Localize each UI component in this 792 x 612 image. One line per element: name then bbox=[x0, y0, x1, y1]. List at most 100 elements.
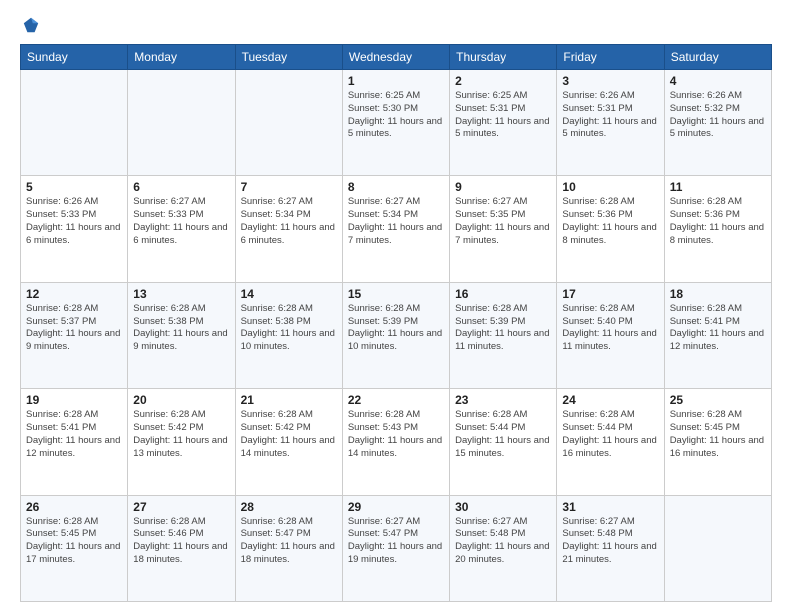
day-info: Sunrise: 6:28 AM Sunset: 5:45 PM Dayligh… bbox=[670, 409, 766, 460]
calendar-cell: 13 Sunrise: 6:28 AM Sunset: 5:38 PM Dayli… bbox=[128, 282, 235, 388]
day-number: 3 bbox=[562, 74, 658, 88]
day-number: 22 bbox=[348, 393, 444, 407]
weekday-wednesday: Wednesday bbox=[342, 45, 449, 70]
day-info: Sunrise: 6:28 AM Sunset: 5:38 PM Dayligh… bbox=[133, 303, 229, 354]
calendar-cell: 18Sunrise: 6:28 AM Sunset: 5:41 PM Dayli… bbox=[664, 282, 771, 388]
weekday-header-row: SundayMondayTuesdayWednesdayThursdayFrid… bbox=[21, 45, 772, 70]
calendar-cell: 12Sunrise: 6:28 AM Sunset: 5:37 PM Dayli… bbox=[21, 282, 128, 388]
logo bbox=[20, 16, 40, 34]
day-info: Sunrise: 6:26 AM Sunset: 5:33 PM Dayligh… bbox=[26, 196, 122, 247]
calendar-cell: 26Sunrise: 6:28 AM Sunset: 5:45 PM Dayli… bbox=[21, 495, 128, 601]
header bbox=[20, 16, 772, 34]
calendar-cell: 24 Sunrise: 6:28 AM Sunset: 5:44 PM Dayli… bbox=[557, 389, 664, 495]
day-info: Sunrise: 6:27 AM Sunset: 5:35 PM Dayligh… bbox=[455, 196, 551, 247]
day-number: 19 bbox=[26, 393, 122, 407]
calendar-cell: 16 Sunrise: 6:28 AM Sunset: 5:39 PM Dayli… bbox=[450, 282, 557, 388]
weekday-friday: Friday bbox=[557, 45, 664, 70]
page: SundayMondayTuesdayWednesdayThursdayFrid… bbox=[0, 0, 792, 612]
day-info: Sunrise: 6:25 AM Sunset: 5:31 PM Dayligh… bbox=[455, 90, 551, 141]
logo-icon bbox=[22, 16, 40, 34]
calendar-cell: 10Sunrise: 6:28 AM Sunset: 5:36 PM Dayli… bbox=[557, 176, 664, 282]
day-info: Sunrise: 6:28 AM Sunset: 5:39 PM Dayligh… bbox=[455, 303, 551, 354]
day-number: 2 bbox=[455, 74, 551, 88]
day-info: Sunrise: 6:28 AM Sunset: 5:42 PM Dayligh… bbox=[241, 409, 337, 460]
day-number: 21 bbox=[241, 393, 337, 407]
day-info: Sunrise: 6:28 AM Sunset: 5:41 PM Dayligh… bbox=[670, 303, 766, 354]
day-number: 27 bbox=[133, 500, 229, 514]
calendar-cell: 9Sunrise: 6:27 AM Sunset: 5:35 PM Daylig… bbox=[450, 176, 557, 282]
day-number: 31 bbox=[562, 500, 658, 514]
day-number: 1 bbox=[348, 74, 444, 88]
calendar-cell: 11 Sunrise: 6:28 AM Sunset: 5:36 PM Dayli… bbox=[664, 176, 771, 282]
day-number: 23 bbox=[455, 393, 551, 407]
day-number: 16 bbox=[455, 287, 551, 301]
day-info: Sunrise: 6:25 AM Sunset: 5:30 PM Dayligh… bbox=[348, 90, 444, 141]
day-number: 20 bbox=[133, 393, 229, 407]
calendar-cell: 17 Sunrise: 6:28 AM Sunset: 5:40 PM Dayli… bbox=[557, 282, 664, 388]
week-row-4: 19 Sunrise: 6:28 AM Sunset: 5:41 PM Dayli… bbox=[21, 389, 772, 495]
day-info: Sunrise: 6:27 AM Sunset: 5:34 PM Dayligh… bbox=[241, 196, 337, 247]
day-info: Sunrise: 6:27 AM Sunset: 5:47 PM Dayligh… bbox=[348, 516, 444, 567]
day-number: 5 bbox=[26, 180, 122, 194]
calendar-cell: 25 Sunrise: 6:28 AM Sunset: 5:45 PM Dayli… bbox=[664, 389, 771, 495]
day-info: Sunrise: 6:28 AM Sunset: 5:43 PM Dayligh… bbox=[348, 409, 444, 460]
calendar-cell: 1 Sunrise: 6:25 AM Sunset: 5:30 PM Daylig… bbox=[342, 70, 449, 176]
calendar-cell: 4Sunrise: 6:26 AM Sunset: 5:32 PM Daylig… bbox=[664, 70, 771, 176]
day-number: 30 bbox=[455, 500, 551, 514]
weekday-sunday: Sunday bbox=[21, 45, 128, 70]
day-info: Sunrise: 6:28 AM Sunset: 5:36 PM Dayligh… bbox=[562, 196, 658, 247]
day-number: 13 bbox=[133, 287, 229, 301]
calendar-cell bbox=[664, 495, 771, 601]
day-info: Sunrise: 6:28 AM Sunset: 5:44 PM Dayligh… bbox=[455, 409, 551, 460]
calendar-cell: 28 Sunrise: 6:28 AM Sunset: 5:47 PM Dayli… bbox=[235, 495, 342, 601]
day-number: 7 bbox=[241, 180, 337, 194]
day-number: 15 bbox=[348, 287, 444, 301]
day-number: 6 bbox=[133, 180, 229, 194]
weekday-monday: Monday bbox=[128, 45, 235, 70]
weekday-tuesday: Tuesday bbox=[235, 45, 342, 70]
calendar-cell: 31Sunrise: 6:27 AM Sunset: 5:48 PM Dayli… bbox=[557, 495, 664, 601]
calendar-cell: 20Sunrise: 6:28 AM Sunset: 5:42 PM Dayli… bbox=[128, 389, 235, 495]
calendar-cell: 27Sunrise: 6:28 AM Sunset: 5:46 PM Dayli… bbox=[128, 495, 235, 601]
day-info: Sunrise: 6:28 AM Sunset: 5:40 PM Dayligh… bbox=[562, 303, 658, 354]
calendar-cell: 5 Sunrise: 6:26 AM Sunset: 5:33 PM Daylig… bbox=[21, 176, 128, 282]
day-info: Sunrise: 6:26 AM Sunset: 5:32 PM Dayligh… bbox=[670, 90, 766, 141]
weekday-saturday: Saturday bbox=[664, 45, 771, 70]
day-number: 25 bbox=[670, 393, 766, 407]
day-info: Sunrise: 6:28 AM Sunset: 5:47 PM Dayligh… bbox=[241, 516, 337, 567]
day-number: 14 bbox=[241, 287, 337, 301]
calendar-cell: 15 Sunrise: 6:28 AM Sunset: 5:39 PM Dayli… bbox=[342, 282, 449, 388]
calendar-cell: 22 Sunrise: 6:28 AM Sunset: 5:43 PM Dayli… bbox=[342, 389, 449, 495]
day-info: Sunrise: 6:26 AM Sunset: 5:31 PM Dayligh… bbox=[562, 90, 658, 141]
day-info: Sunrise: 6:27 AM Sunset: 5:33 PM Dayligh… bbox=[133, 196, 229, 247]
calendar-cell: 8 Sunrise: 6:27 AM Sunset: 5:34 PM Daylig… bbox=[342, 176, 449, 282]
calendar-cell: 6 Sunrise: 6:27 AM Sunset: 5:33 PM Daylig… bbox=[128, 176, 235, 282]
calendar-cell: 3 Sunrise: 6:26 AM Sunset: 5:31 PM Daylig… bbox=[557, 70, 664, 176]
day-info: Sunrise: 6:28 AM Sunset: 5:41 PM Dayligh… bbox=[26, 409, 122, 460]
calendar-cell: 21 Sunrise: 6:28 AM Sunset: 5:42 PM Dayli… bbox=[235, 389, 342, 495]
day-number: 28 bbox=[241, 500, 337, 514]
week-row-1: 1 Sunrise: 6:25 AM Sunset: 5:30 PM Daylig… bbox=[21, 70, 772, 176]
calendar-cell bbox=[128, 70, 235, 176]
calendar-cell: 2 Sunrise: 6:25 AM Sunset: 5:31 PM Daylig… bbox=[450, 70, 557, 176]
week-row-2: 5 Sunrise: 6:26 AM Sunset: 5:33 PM Daylig… bbox=[21, 176, 772, 282]
week-row-5: 26Sunrise: 6:28 AM Sunset: 5:45 PM Dayli… bbox=[21, 495, 772, 601]
weekday-thursday: Thursday bbox=[450, 45, 557, 70]
calendar-cell: 29Sunrise: 6:27 AM Sunset: 5:47 PM Dayli… bbox=[342, 495, 449, 601]
day-number: 11 bbox=[670, 180, 766, 194]
day-info: Sunrise: 6:27 AM Sunset: 5:34 PM Dayligh… bbox=[348, 196, 444, 247]
day-number: 12 bbox=[26, 287, 122, 301]
day-number: 17 bbox=[562, 287, 658, 301]
day-info: Sunrise: 6:28 AM Sunset: 5:36 PM Dayligh… bbox=[670, 196, 766, 247]
calendar-cell: 19 Sunrise: 6:28 AM Sunset: 5:41 PM Dayli… bbox=[21, 389, 128, 495]
calendar-cell: 14 Sunrise: 6:28 AM Sunset: 5:38 PM Dayli… bbox=[235, 282, 342, 388]
calendar-table: SundayMondayTuesdayWednesdayThursdayFrid… bbox=[20, 44, 772, 602]
day-info: Sunrise: 6:28 AM Sunset: 5:44 PM Dayligh… bbox=[562, 409, 658, 460]
week-row-3: 12Sunrise: 6:28 AM Sunset: 5:37 PM Dayli… bbox=[21, 282, 772, 388]
day-info: Sunrise: 6:28 AM Sunset: 5:45 PM Dayligh… bbox=[26, 516, 122, 567]
day-number: 24 bbox=[562, 393, 658, 407]
calendar-cell: 7 Sunrise: 6:27 AM Sunset: 5:34 PM Daylig… bbox=[235, 176, 342, 282]
day-info: Sunrise: 6:28 AM Sunset: 5:39 PM Dayligh… bbox=[348, 303, 444, 354]
day-number: 8 bbox=[348, 180, 444, 194]
day-info: Sunrise: 6:28 AM Sunset: 5:38 PM Dayligh… bbox=[241, 303, 337, 354]
